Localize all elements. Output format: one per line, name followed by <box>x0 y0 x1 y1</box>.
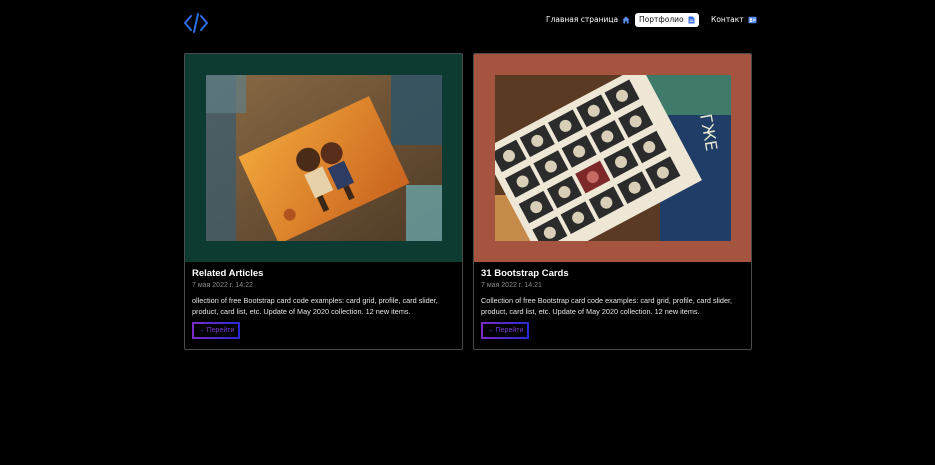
card-text: ollection of free Bootstrap card code ex… <box>192 296 438 316</box>
page: Главная страница Портфолио Контакт Relat… <box>0 0 935 465</box>
nav-item-contact[interactable]: Контакт <box>711 13 757 27</box>
go-button-label: Перейти <box>495 327 524 334</box>
document-icon <box>688 16 695 24</box>
card-image-frame <box>185 54 462 262</box>
nav-item-portfolio[interactable]: Портфолио <box>635 13 699 27</box>
nav-item-home[interactable]: Главная страница <box>546 13 630 27</box>
card-date: 7 мая 2022 г. 14:22 <box>192 282 253 289</box>
card-photo: ГЖЕ <box>495 75 731 241</box>
portfolio-card: Related Articles 7 мая 2022 г. 14:22 oll… <box>184 53 463 350</box>
go-button[interactable]: → Перейти <box>481 322 529 339</box>
arrow-right-icon: → <box>486 327 494 334</box>
contact-card-icon <box>748 16 757 24</box>
arrow-right-icon: → <box>197 327 205 334</box>
card-text: Collection of free Bootstrap card code e… <box>481 296 733 316</box>
home-icon <box>622 16 630 24</box>
code-brackets-icon[interactable] <box>183 12 209 34</box>
card-photo <box>206 75 442 241</box>
nav-item-label: Главная страница <box>546 15 619 24</box>
card-body: 31 Bootstrap Cards 7 мая 2022 г. 14:21 C… <box>481 268 744 317</box>
nav-item-label: Портфолио <box>639 15 684 24</box>
portfolio-card: ГЖЕ 31 Bootstrap Cards 7 мая 2022 г. 14:… <box>473 53 752 350</box>
card-image-frame: ГЖЕ <box>474 54 751 262</box>
go-button[interactable]: → Перейти <box>192 322 240 339</box>
card-body: Related Articles 7 мая 2022 г. 14:22 oll… <box>192 268 455 317</box>
card-title: 31 Bootstrap Cards <box>481 268 569 279</box>
card-title: Related Articles <box>192 268 264 279</box>
card-date: 7 мая 2022 г. 14:21 <box>481 282 542 289</box>
go-button-label: Перейти <box>206 327 235 334</box>
nav-item-label: Контакт <box>711 15 744 24</box>
